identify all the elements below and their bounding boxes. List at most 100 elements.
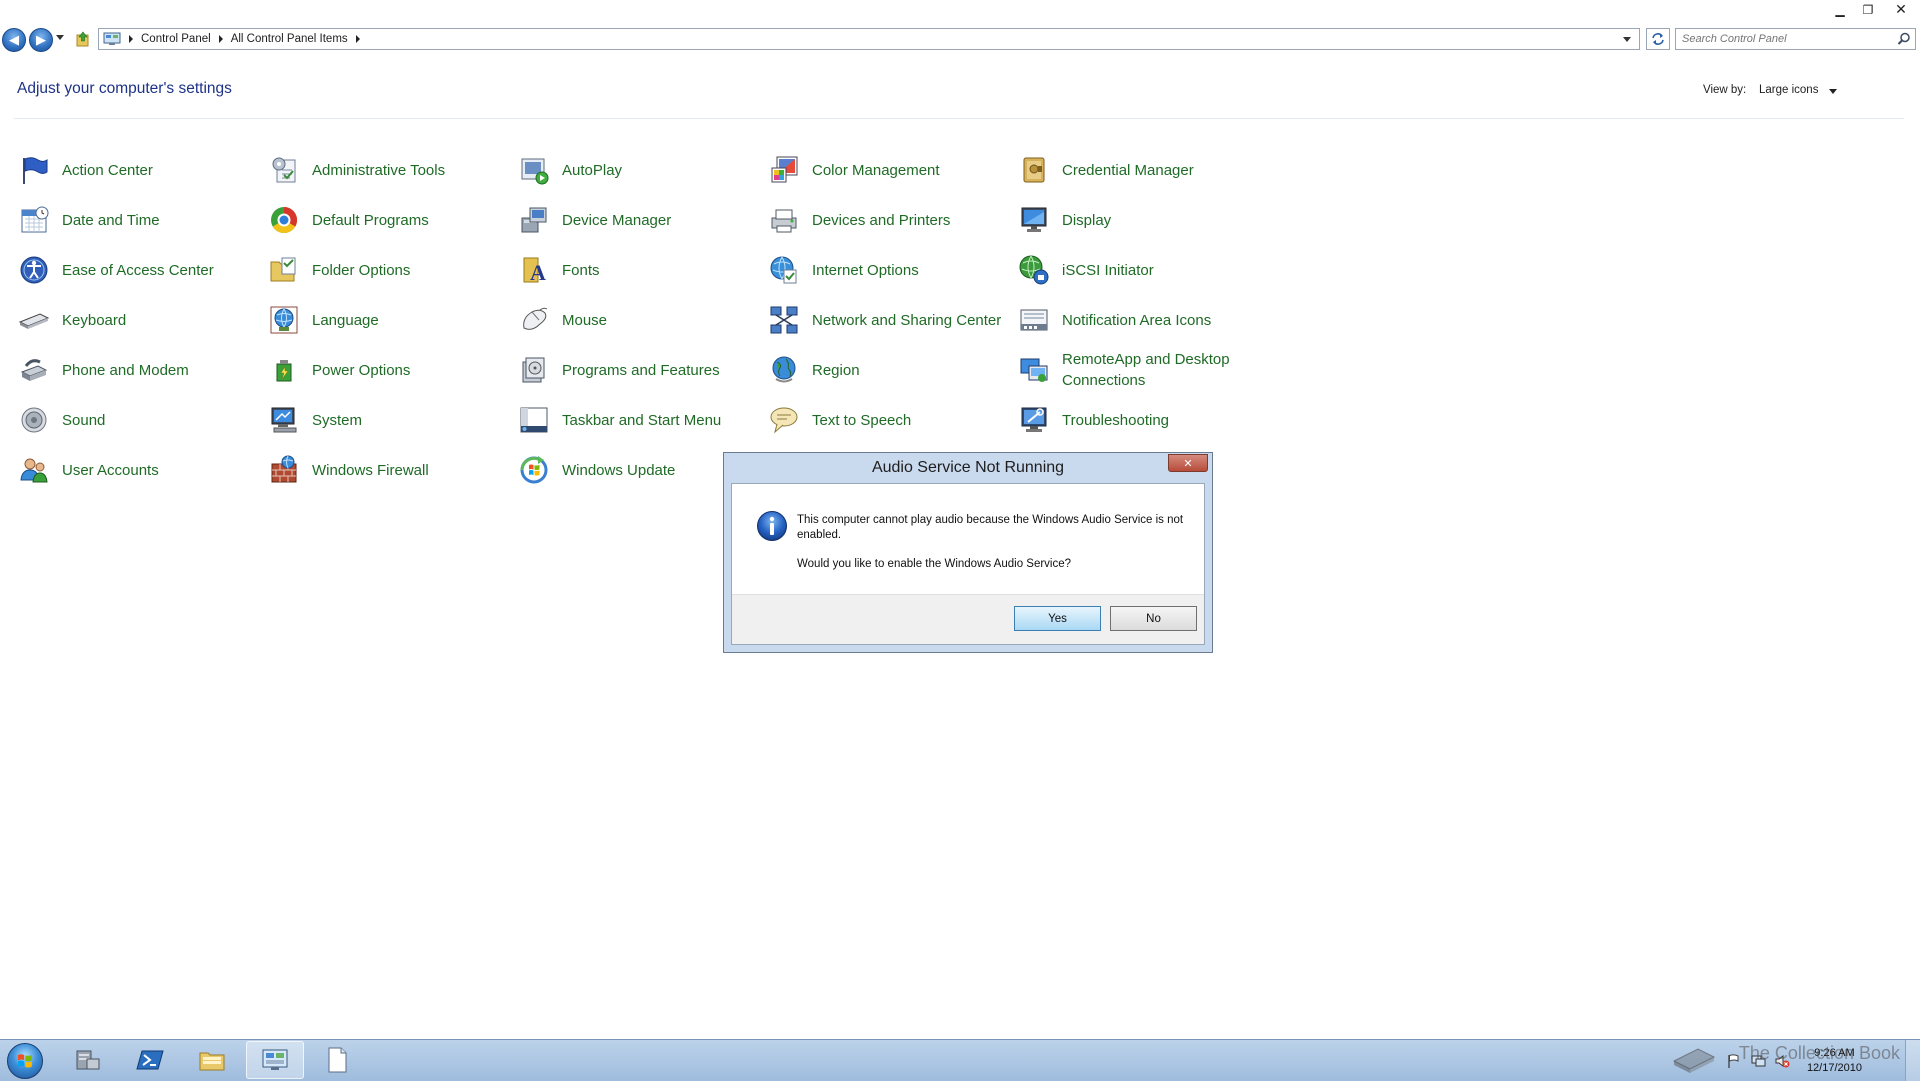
calendar-clock-icon xyxy=(21,206,49,233)
cp-item-power-options[interactable]: Power Options xyxy=(268,350,508,390)
cp-item-label: Administrative Tools xyxy=(312,161,446,179)
region-globe-icon xyxy=(772,356,796,383)
cp-item-device-manager[interactable]: Device Manager xyxy=(518,200,758,240)
explorer-folder-icon xyxy=(199,1052,225,1071)
cp-item-remoteapp-and-desktop-connections[interactable]: RemoteApp and Desktop Connections xyxy=(1018,350,1258,390)
taskbar-app-control-panel[interactable] xyxy=(246,1041,304,1079)
breadcrumb-all-items[interactable]: All Control Panel Items xyxy=(231,33,348,45)
cp-item-action-center[interactable]: Action Center xyxy=(18,150,258,190)
cp-item-label: Region xyxy=(812,361,860,379)
restore-button[interactable]: ❐ xyxy=(1854,0,1882,20)
cp-item-administrative-tools[interactable]: Administrative Tools xyxy=(268,150,508,190)
cp-item-label: Default Programs xyxy=(312,211,429,229)
system-icon xyxy=(271,407,297,433)
programs-features-icon xyxy=(522,357,545,383)
taskbar-app-server-manager[interactable] xyxy=(58,1041,116,1079)
cp-item-credential-manager[interactable]: Credential Manager xyxy=(1018,150,1258,190)
forward-button[interactable]: ▶ xyxy=(29,28,53,52)
cp-item-label: User Accounts xyxy=(62,461,159,479)
cp-item-mouse[interactable]: Mouse xyxy=(518,300,758,340)
windows-update-icon xyxy=(520,456,548,484)
cp-item-region[interactable]: Region xyxy=(768,350,1008,390)
cp-item-label: Taskbar and Start Menu xyxy=(562,411,722,429)
cp-item-label: Device Manager xyxy=(562,211,672,229)
search-box[interactable] xyxy=(1675,28,1916,50)
cp-item-sound[interactable]: Sound xyxy=(18,400,258,440)
cp-item-label: Folder Options xyxy=(312,261,411,279)
cp-item-autoplay[interactable]: AutoPlay xyxy=(518,150,758,190)
search-input[interactable] xyxy=(1682,31,1882,47)
cp-item-label: Devices and Printers xyxy=(812,211,951,229)
dialog-close-button[interactable]: ✕ xyxy=(1168,454,1208,472)
minimize-button[interactable]: ▁ xyxy=(1826,0,1854,20)
cp-item-color-management[interactable]: Color Management xyxy=(768,150,1008,190)
cp-item-ease-of-access-center[interactable]: Ease of Access Center xyxy=(18,250,258,290)
view-by-select[interactable]: Large icons xyxy=(1759,84,1818,96)
breadcrumb-control-panel[interactable]: Control Panel xyxy=(141,33,211,45)
firewall-icon xyxy=(271,455,297,483)
cp-item-iscsi-initiator[interactable]: iSCSI Initiator xyxy=(1018,250,1258,290)
breadcrumb-separator[interactable] xyxy=(129,35,133,43)
powershell-icon xyxy=(136,1050,164,1070)
cp-item-label: Troubleshooting xyxy=(1062,411,1170,429)
recent-pages-dropdown[interactable] xyxy=(56,35,64,40)
breadcrumb-separator[interactable] xyxy=(355,35,360,43)
internet-options-icon xyxy=(770,256,797,284)
device-manager-icon xyxy=(521,207,547,233)
cp-item-label: Credential Manager xyxy=(1062,161,1194,179)
cp-item-date-and-time[interactable]: Date and Time xyxy=(18,200,258,240)
cp-item-label: Fonts xyxy=(562,261,600,279)
cp-item-notification-area-icons[interactable]: Notification Area Icons xyxy=(1018,300,1258,340)
refresh-button[interactable] xyxy=(1646,28,1670,50)
taskbar-app-document[interactable] xyxy=(308,1041,366,1079)
start-button[interactable] xyxy=(7,1043,43,1079)
back-button[interactable]: ◀ xyxy=(2,28,26,52)
cp-item-network-and-sharing-center[interactable]: Network and Sharing Center xyxy=(768,300,1008,340)
chevron-down-icon[interactable] xyxy=(1829,89,1837,94)
cp-item-label: Power Options xyxy=(312,361,411,379)
cp-item-label: Keyboard xyxy=(62,311,127,329)
cp-item-display[interactable]: Display xyxy=(1018,200,1258,240)
breadcrumb-separator[interactable] xyxy=(218,35,223,43)
cp-item-devices-and-printers[interactable]: Devices and Printers xyxy=(768,200,1008,240)
address-dropdown[interactable] xyxy=(1623,37,1631,42)
address-bar[interactable]: Control Panel All Control Panel Items xyxy=(98,28,1640,50)
taskbar-app-powershell[interactable] xyxy=(121,1041,179,1079)
keyboard-icon xyxy=(18,313,50,329)
cp-item-label: Date and Time xyxy=(62,211,160,229)
admin-tools-icon xyxy=(272,157,296,183)
cp-item-windows-firewall[interactable]: Windows Firewall xyxy=(268,450,508,490)
close-button[interactable]: ✕ xyxy=(1882,0,1920,20)
taskbar: 9:26 AM 12/17/2010 The Collection Book xyxy=(0,1039,1920,1081)
cp-item-programs-and-features[interactable]: Programs and Features xyxy=(518,350,758,390)
no-button[interactable]: No xyxy=(1110,606,1197,631)
cp-item-label: System xyxy=(312,411,363,429)
cp-item-label: Phone and Modem xyxy=(62,361,189,379)
cp-item-default-programs[interactable]: Default Programs xyxy=(268,200,508,240)
cp-item-label: Action Center xyxy=(62,161,153,179)
cp-item-system[interactable]: System xyxy=(268,400,508,440)
cp-item-label: Mouse xyxy=(562,311,608,329)
up-folder-icon[interactable] xyxy=(76,31,90,47)
cp-item-folder-options[interactable]: Folder Options xyxy=(268,250,508,290)
cp-item-keyboard[interactable]: Keyboard xyxy=(18,300,258,340)
cp-item-fonts[interactable]: A Fonts xyxy=(518,250,758,290)
cp-item-windows-update[interactable]: Windows Update xyxy=(518,450,758,490)
cp-item-user-accounts[interactable]: User Accounts xyxy=(18,450,258,490)
taskbar-app-explorer[interactable] xyxy=(183,1041,241,1079)
cp-item-phone-and-modem[interactable]: Phone and Modem xyxy=(18,350,258,390)
yes-button[interactable]: Yes xyxy=(1014,606,1101,631)
cp-item-text-to-speech[interactable]: Text to Speech xyxy=(768,400,1008,440)
cp-item-troubleshooting[interactable]: Troubleshooting xyxy=(1018,400,1258,440)
cp-item-taskbar-and-start-menu[interactable]: Taskbar and Start Menu xyxy=(518,400,758,440)
search-icon[interactable] xyxy=(1897,32,1911,46)
taskbar-icon xyxy=(520,407,548,433)
control-panel-icon xyxy=(262,1049,288,1070)
remoteapp-icon xyxy=(1020,358,1048,382)
cp-item-internet-options[interactable]: Internet Options xyxy=(768,250,1008,290)
dialog-body: This computer cannot play audio because … xyxy=(731,483,1205,645)
cp-item-label: Text to Speech xyxy=(812,411,912,429)
show-desktop-button[interactable] xyxy=(1905,1040,1920,1081)
cp-item-language[interactable]: Language xyxy=(268,300,508,340)
cp-item-label: AutoPlay xyxy=(562,161,623,179)
